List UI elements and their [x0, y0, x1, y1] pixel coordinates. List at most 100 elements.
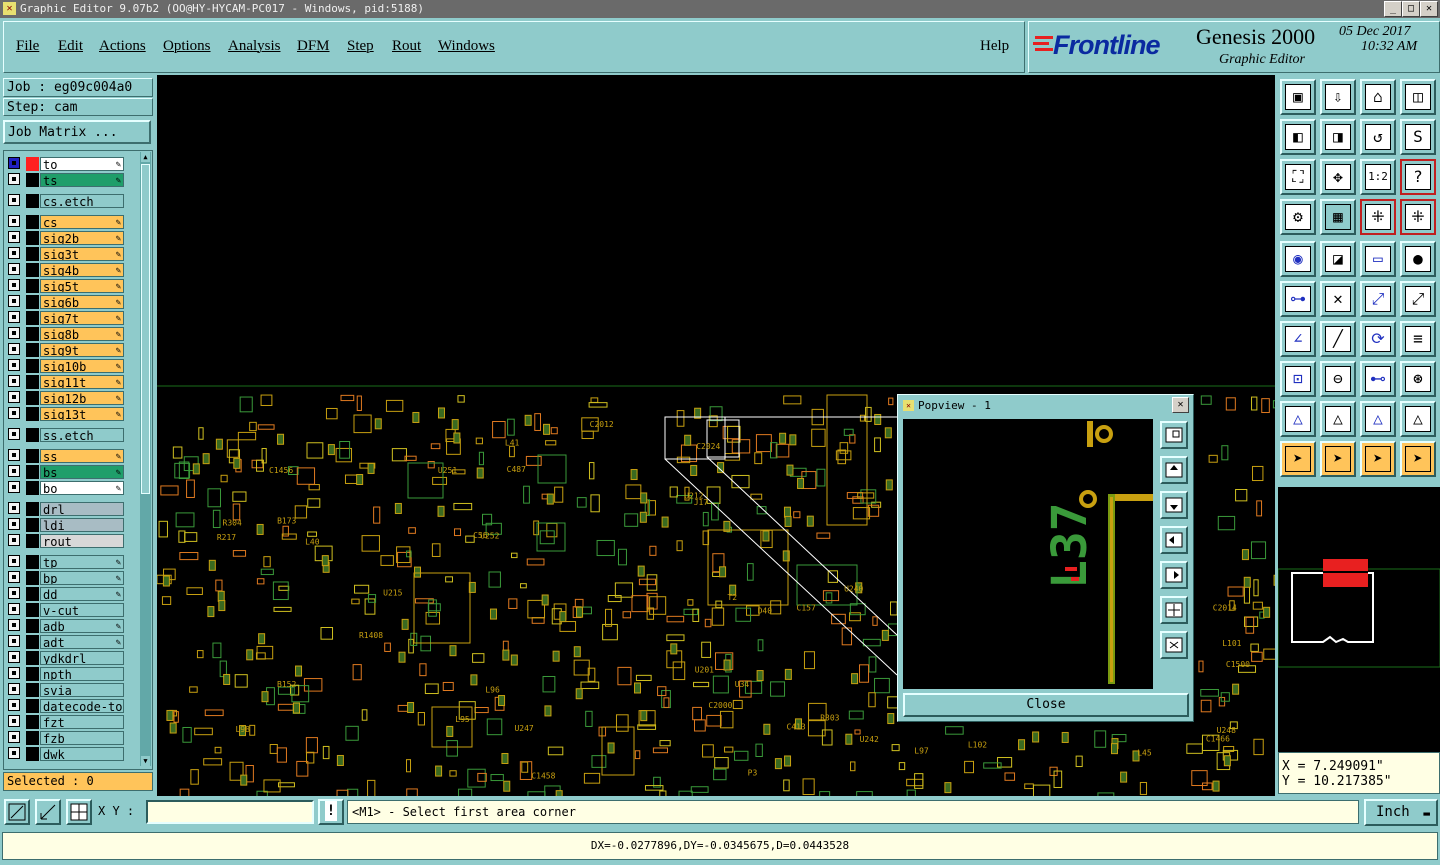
zoom-home-button[interactable]: ▣ [1280, 79, 1316, 115]
layer-checkbox[interactable] [8, 194, 20, 206]
netlist-button[interactable]: ⁜ [1400, 199, 1436, 235]
layer-checkbox[interactable] [8, 327, 20, 339]
scrollbar-thumb[interactable] [141, 164, 150, 494]
pop-zoom-in-button[interactable] [1160, 596, 1188, 624]
layer-name[interactable]: bo ✎ [40, 481, 124, 495]
scroll-up-arrow-icon[interactable]: ▲ [141, 152, 150, 162]
mirror-button[interactable]: ≡ [1400, 321, 1436, 357]
layer-checkbox[interactable] [8, 619, 20, 631]
layer-color-swatch[interactable] [26, 391, 39, 405]
layer-color-swatch[interactable] [26, 375, 39, 389]
layer-color-swatch[interactable] [26, 603, 39, 617]
layer-color-swatch[interactable] [26, 311, 39, 325]
layer-name[interactable]: drl [40, 502, 124, 516]
layer-list-scrollbar[interactable]: ▲ ▼ [140, 152, 151, 766]
select-point-button[interactable]: ◉ [1280, 241, 1316, 277]
layer-color-swatch[interactable] [26, 327, 39, 341]
layer-checkbox[interactable] [8, 391, 20, 403]
layer-color-swatch[interactable] [26, 428, 39, 442]
triangle-a-button[interactable]: △ [1280, 401, 1316, 437]
fit-screen-button[interactable]: ⛶ [1280, 159, 1316, 195]
layer-checkbox[interactable] [8, 375, 20, 387]
layer-name[interactable]: bs ✎ [40, 465, 124, 479]
layer-name[interactable]: to ✎ [40, 157, 124, 171]
zoom-down-button[interactable]: ⇩ [1320, 79, 1356, 115]
layer-checkbox[interactable] [8, 603, 20, 615]
layer-color-swatch[interactable] [26, 343, 39, 357]
menu-help[interactable]: Help [980, 38, 1009, 55]
layer-checkbox[interactable] [8, 747, 20, 759]
layer-checkbox[interactable] [8, 502, 20, 514]
pop-zoom-fit-button[interactable] [1160, 421, 1188, 449]
layer-color-swatch[interactable] [26, 481, 39, 495]
layer-checkbox[interactable] [8, 263, 20, 275]
triangle-b-button[interactable]: △ [1320, 401, 1356, 437]
layer-checkbox[interactable] [8, 407, 20, 419]
menu-step[interactable]: Step [347, 38, 374, 55]
layer-checkbox[interactable] [8, 555, 20, 567]
layer-checkbox[interactable] [8, 449, 20, 461]
alert-button[interactable]: ! [318, 799, 344, 825]
layer-name[interactable]: adb ✎ [40, 619, 124, 633]
layer-name[interactable]: svia [40, 683, 124, 697]
layer-checkbox[interactable] [8, 343, 20, 355]
layer-color-swatch[interactable] [26, 555, 39, 569]
snap-s-button[interactable]: S [1400, 119, 1436, 155]
layer-color-swatch[interactable] [26, 247, 39, 261]
layer-checkbox[interactable] [8, 635, 20, 647]
pointer-select-button[interactable]: ➤ [1320, 441, 1356, 477]
menu-rout[interactable]: Rout [392, 38, 421, 55]
layer-name[interactable]: dwk [40, 747, 124, 761]
layer-name[interactable]: tp ✎ [40, 555, 124, 569]
layer-checkbox[interactable] [8, 715, 20, 727]
maximize-button[interactable]: □ [1402, 1, 1420, 17]
layer-name[interactable]: ts ✎ [40, 173, 124, 187]
popview-canvas[interactable]: L37 [903, 419, 1153, 689]
layer-name[interactable]: ss ✎ [40, 449, 124, 463]
layer-name[interactable]: v-cut [40, 603, 124, 617]
extend-line-button[interactable]: ⤢ [1400, 281, 1436, 317]
minimize-button[interactable]: _ [1384, 1, 1402, 17]
menu-dfm[interactable]: DFM [297, 38, 330, 55]
popview-close-button[interactable]: Close [903, 693, 1189, 717]
menu-actions[interactable]: Actions [99, 38, 146, 55]
overview-map[interactable] [1277, 485, 1440, 752]
layer-checkbox[interactable] [8, 683, 20, 695]
layer-color-swatch[interactable] [26, 157, 39, 171]
layer-color-swatch[interactable] [26, 587, 39, 601]
layer-checkbox[interactable] [8, 231, 20, 243]
close-window-button[interactable]: ✕ [1420, 1, 1438, 17]
menu-analysis[interactable]: Analysis [228, 38, 281, 55]
pointer-button[interactable]: ➤ [1280, 441, 1316, 477]
line-slope-button[interactable]: ╱ [1320, 321, 1356, 357]
layer-color-swatch[interactable] [26, 619, 39, 633]
layer-name[interactable]: fzb [40, 731, 124, 745]
layer-checkbox[interactable] [8, 534, 20, 546]
layer-color-swatch[interactable] [26, 263, 39, 277]
add-line-button[interactable]: ⤢ [1360, 281, 1396, 317]
layer-checkbox[interactable] [8, 428, 20, 440]
layer-name[interactable]: sig6b ✎ [40, 295, 124, 309]
layer-name[interactable]: sig2b ✎ [40, 231, 124, 245]
layer-color-swatch[interactable] [26, 534, 39, 548]
ruler-button[interactable]: ▭ [1360, 241, 1396, 277]
layer-name[interactable]: sig10b ✎ [40, 359, 124, 373]
menu-file[interactable]: File [16, 38, 39, 55]
layer-checkbox[interactable] [8, 481, 20, 493]
menu-edit[interactable]: Edit [58, 38, 83, 55]
layer-color-swatch[interactable] [26, 449, 39, 463]
unit-selector[interactable]: Inch ▬ [1364, 799, 1438, 826]
layer-color-swatch[interactable] [26, 731, 39, 745]
job-matrix-button[interactable]: Job Matrix ... [3, 120, 151, 144]
layer-checkbox[interactable] [8, 571, 20, 583]
pan-left-button[interactable]: ◧ [1280, 119, 1316, 155]
pointer-area-button[interactable]: ➤ [1360, 441, 1396, 477]
xy-input[interactable] [146, 800, 314, 824]
polygon-button[interactable]: ⊛ [1400, 361, 1436, 397]
delete-node-button[interactable]: ✕ [1320, 281, 1356, 317]
move-nodes-button[interactable]: ⊶ [1280, 281, 1316, 317]
center-button[interactable]: ✥ [1320, 159, 1356, 195]
menu-options[interactable]: Options [163, 38, 211, 55]
triangle-c-button[interactable]: △ [1360, 401, 1396, 437]
layer-checkbox[interactable] [8, 295, 20, 307]
